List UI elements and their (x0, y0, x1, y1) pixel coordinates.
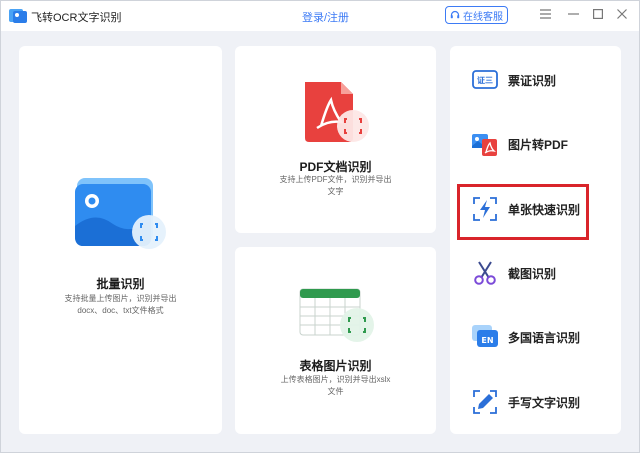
svg-text:EN: EN (481, 336, 493, 345)
table-desc-line2: 文件 (327, 387, 344, 396)
svg-text:证三: 证三 (477, 75, 493, 85)
online-service-button[interactable]: 在线客服 (445, 6, 508, 24)
sidebar-item-ticket[interactable]: 证三 票证识别 (465, 60, 605, 100)
batch-card-title: 批量识别 (96, 277, 145, 291)
pdf-recognition-card[interactable]: PDF文档识别 支持上传PDF文件，识别并导出 文字 (235, 46, 436, 233)
ticket-icon: 证三 (471, 66, 499, 94)
close-button[interactable] (615, 7, 629, 21)
close-icon (617, 9, 627, 19)
pdf-desc-line1: 支持上传PDF文件，识别并导出 (279, 175, 392, 184)
table-card-desc: 上传表格图片，识别并导出xslx 文件 (235, 374, 436, 398)
batch-card-desc: 支持批量上传图片，识别并导出 docx、doc、txt文件格式 (19, 293, 222, 317)
image-to-pdf-icon (471, 130, 499, 158)
tools-sidebar: 证三 票证识别 图片转PDF 单张快速识别 截图识别 EN 多国语言识别 手写文… (450, 46, 621, 434)
table-card-title: 表格图片识别 (299, 359, 372, 373)
language-icon: EN (471, 323, 499, 351)
maximize-button[interactable] (591, 7, 605, 21)
menu-icon (539, 9, 551, 19)
spreadsheet-icon (299, 288, 374, 342)
maximize-icon (593, 9, 603, 19)
pdf-card-title: PDF文档识别 (299, 160, 372, 174)
sidebar-item-language[interactable]: EN 多国语言识别 (465, 317, 605, 357)
sidebar-item-image-to-pdf[interactable]: 图片转PDF (465, 124, 605, 164)
table-desc-line1: 上传表格图片，识别并导出xslx (280, 375, 391, 384)
scissors-icon (471, 259, 499, 287)
handwriting-icon (471, 388, 499, 416)
batch-desc-line1: 支持批量上传图片，识别并导出 (64, 294, 177, 303)
sidebar-label-image-to-pdf: 图片转PDF (508, 137, 569, 152)
sidebar-item-screenshot[interactable]: 截图识别 (465, 253, 605, 293)
app-logo-icon (9, 9, 27, 23)
minimize-icon (567, 13, 579, 15)
sidebar-label-ticket: 票证识别 (508, 73, 557, 88)
pdf-document-icon (305, 82, 369, 142)
app-title: 飞转OCR文字识别 (31, 12, 122, 24)
headset-icon (450, 10, 460, 19)
online-service-label: 在线客服 (463, 11, 503, 23)
table-recognition-card[interactable]: 表格图片识别 上传表格图片，识别并导出xslx 文件 (235, 247, 436, 434)
sidebar-item-handwriting[interactable]: 手写文字识别 (465, 382, 605, 422)
image-folder-icon (75, 178, 166, 249)
sidebar-label-screenshot: 截图识别 (508, 266, 557, 281)
title-bar: 飞转OCR文字识别 登录/注册 在线客服 (1, 1, 639, 31)
login-register-link[interactable]: 登录/注册 (302, 9, 349, 25)
sidebar-label-language: 多国语言识别 (508, 330, 581, 345)
menu-button[interactable] (538, 7, 552, 21)
app-window: 飞转OCR文字识别 登录/注册 在线客服 批量识别 支持批量上传图片，识别并导出… (0, 0, 640, 453)
sidebar-label-handwriting: 手写文字识别 (508, 395, 581, 410)
pdf-desc-line2: 文字 (327, 187, 344, 196)
highlight-box (457, 184, 589, 240)
batch-recognition-card[interactable]: 批量识别 支持批量上传图片，识别并导出 docx、doc、txt文件格式 (19, 46, 222, 434)
batch-desc-line2: docx、doc、txt文件格式 (77, 306, 164, 315)
pdf-card-desc: 支持上传PDF文件，识别并导出 文字 (235, 174, 436, 198)
minimize-button[interactable] (566, 7, 580, 21)
